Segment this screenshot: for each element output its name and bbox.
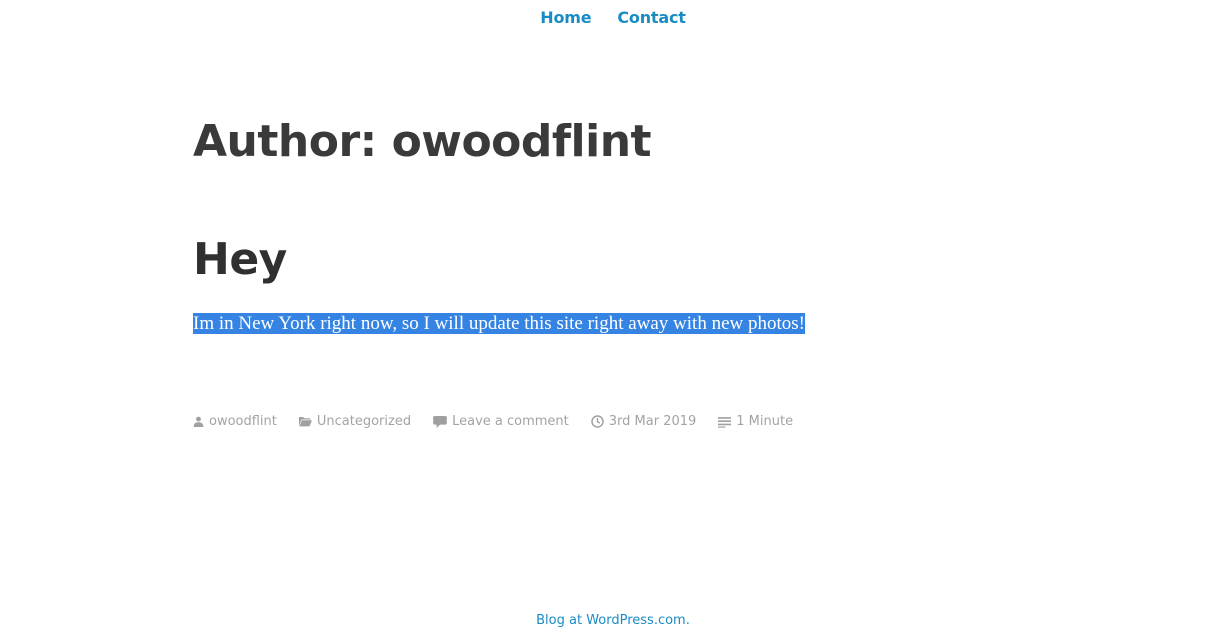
- meta-comments-label: Leave a comment: [452, 414, 569, 429]
- meta-category-label: Uncategorized: [316, 414, 412, 429]
- nav-item-contact[interactable]: Contact: [617, 8, 686, 27]
- post-title[interactable]: Hey: [193, 234, 287, 285]
- post-excerpt-text: Im in New York right now, so I will upda…: [193, 313, 805, 334]
- meta-category[interactable]: Uncategorized: [298, 414, 412, 429]
- comment-icon: [433, 415, 447, 428]
- meta-date-label: 3rd Mar 2019: [608, 414, 697, 429]
- nav-item-home[interactable]: Home: [540, 8, 591, 27]
- page-title: Author: owoodflint: [193, 116, 652, 167]
- meta-comments[interactable]: Leave a comment: [433, 414, 569, 429]
- meta-reading-time: 1 Minute: [718, 414, 793, 429]
- page: Home Contact Author: owoodflint Hey Im i…: [0, 0, 1217, 633]
- meta-author[interactable]: owoodflint: [193, 414, 277, 429]
- meta-reading-time-label: 1 Minute: [736, 414, 794, 429]
- reading-time-icon: [718, 416, 732, 428]
- main-navigation: Home Contact: [0, 8, 1217, 27]
- footer-credit-link[interactable]: Blog at WordPress.com.: [536, 613, 690, 628]
- meta-date[interactable]: 3rd Mar 2019: [591, 414, 697, 429]
- folder-icon: [298, 417, 312, 427]
- site-footer: Blog at WordPress.com.: [0, 609, 1217, 628]
- clock-icon: [591, 415, 604, 428]
- person-icon: [193, 416, 204, 427]
- post-excerpt: Im in New York right now, so I will upda…: [193, 312, 805, 335]
- post-meta: owoodflint Uncategorized Leave a comment…: [193, 414, 815, 429]
- meta-author-label: owoodflint: [209, 414, 277, 429]
